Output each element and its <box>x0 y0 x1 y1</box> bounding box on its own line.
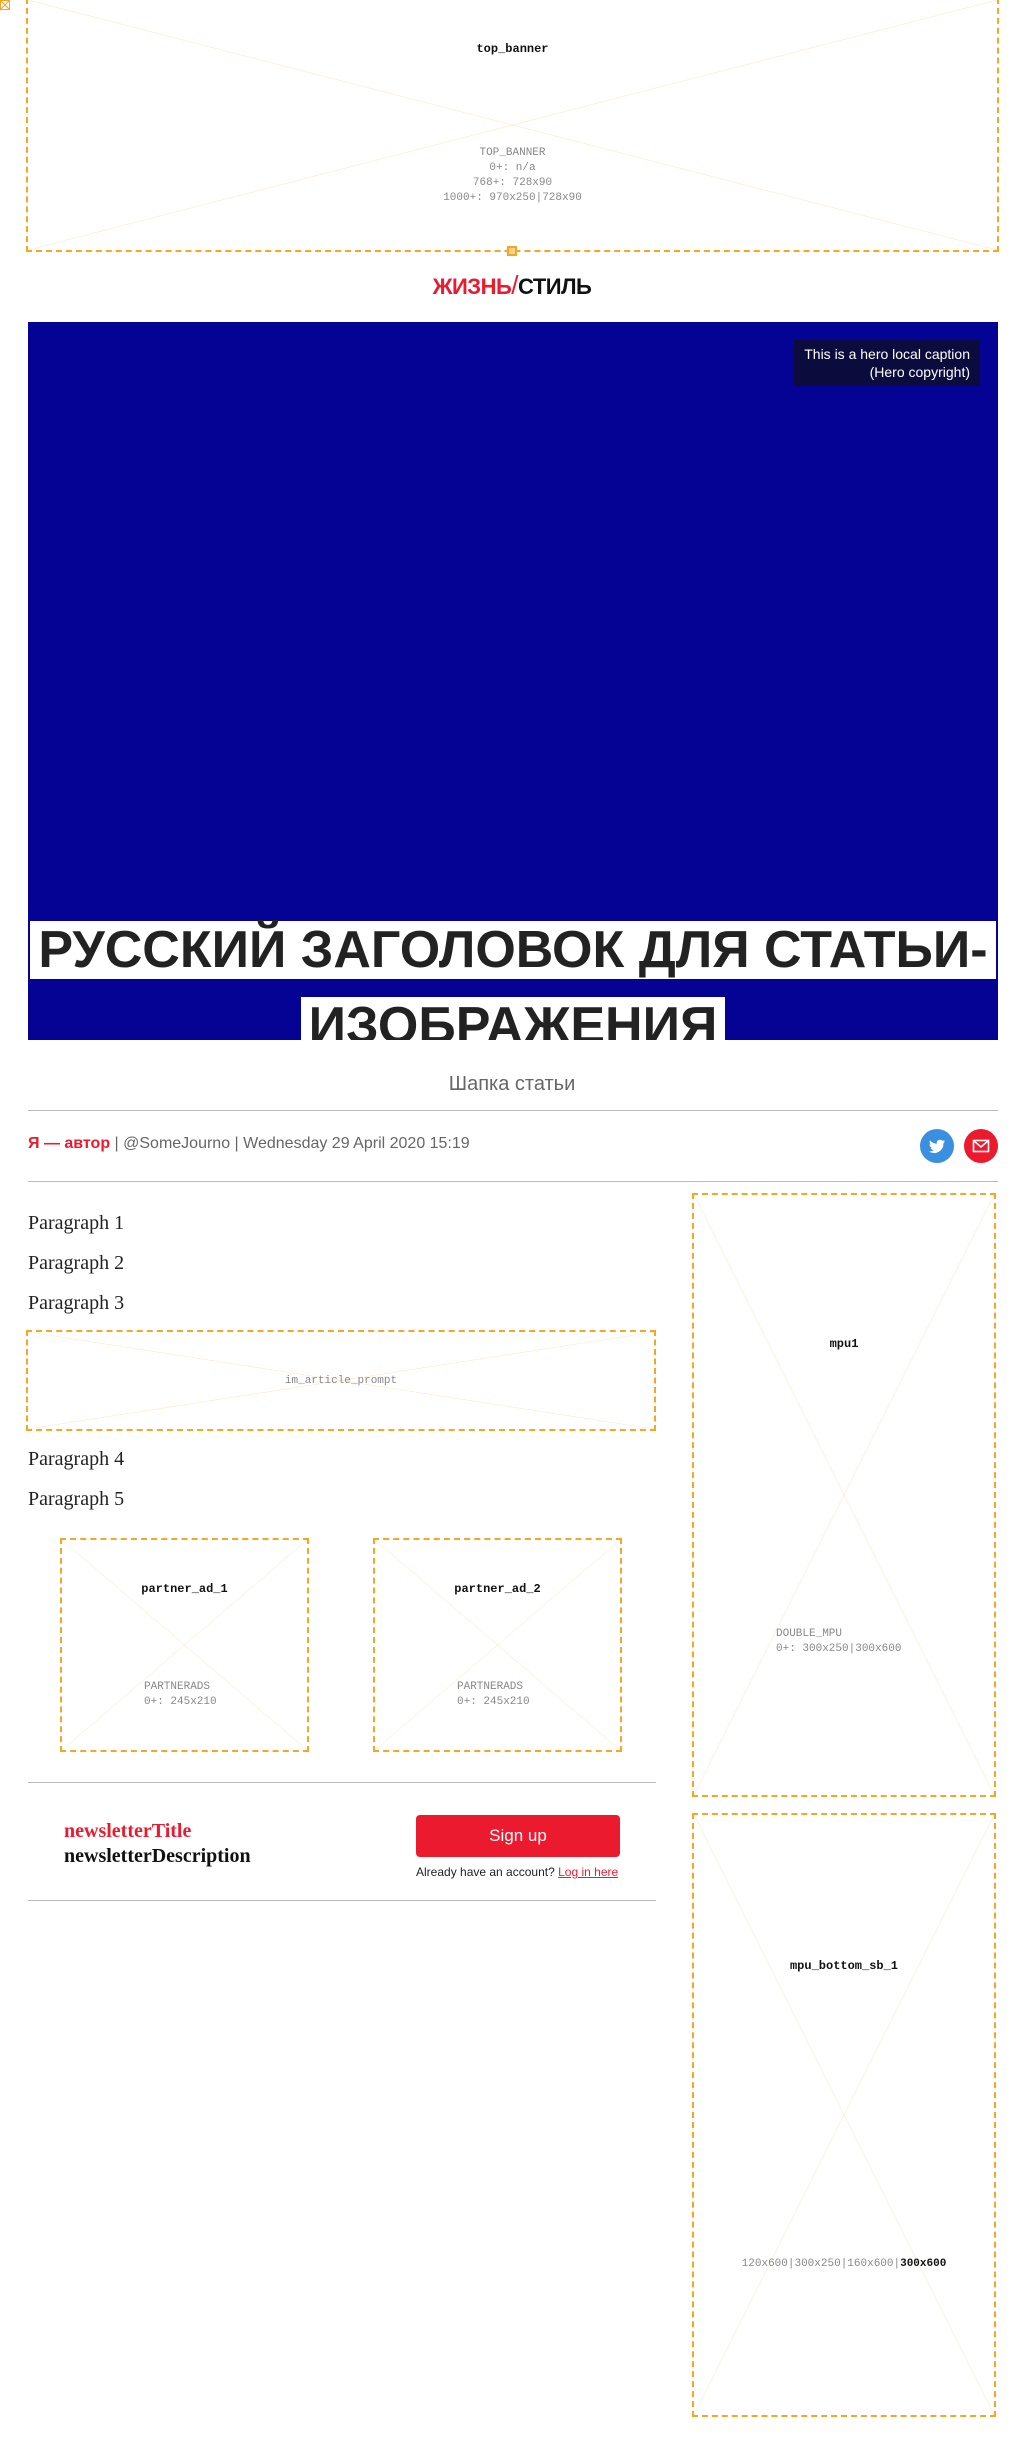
article-paragraph: Paragraph 5 <box>28 1488 125 1510</box>
login-link[interactable]: Log in here <box>558 1865 618 1879</box>
ad-slot-info: PARTNERADS 0+: 245x210 <box>457 1681 530 1708</box>
ad-resize-handle-icon[interactable] <box>507 246 517 256</box>
hero-caption-text: This is a hero local caption <box>804 346 970 362</box>
article-paragraph: Paragraph 3 <box>28 1292 125 1314</box>
im-article-prompt-ad[interactable]: im_article_prompt <box>26 1330 656 1431</box>
logo-left-text: ЖИЗНЬ <box>432 274 512 299</box>
hero-caption: This is a hero local caption (Hero copyr… <box>794 340 980 386</box>
newsletter-signup-button[interactable]: Sign up <box>416 1815 620 1857</box>
partner-ad-2[interactable]: partner_ad_2 PARTNERADS 0+: 245x210 <box>373 1538 622 1752</box>
mpu1-ad[interactable]: mpu1 DOUBLE_MPU 0+: 300x250|300x600 <box>692 1193 996 1797</box>
login-prompt: Already have an account? Log in here <box>416 1865 619 1879</box>
article-paragraph: Paragraph 2 <box>28 1252 125 1274</box>
ad-slot-name: partner_ad_1 <box>141 1582 228 1596</box>
share-email-button[interactable] <box>964 1129 998 1163</box>
ad-slot-info: 120x600|300x250|160x600|300x600 <box>741 2258 947 2270</box>
newsletter-description: newsletterDescription <box>64 1845 251 1867</box>
logo-right-text: СТИЛЬ <box>518 274 592 299</box>
standfirst: Шапка статьи <box>448 1073 576 1095</box>
expand-corner-icon <box>0 0 10 10</box>
share-twitter-button[interactable] <box>920 1129 954 1163</box>
ad-slot-name: top_banner <box>476 42 549 56</box>
partner-ad-1[interactable]: partner_ad_1 PARTNERADS 0+: 245x210 <box>60 1538 309 1752</box>
byline: Я — автор | @SomeJourno | Wednesday 29 A… <box>28 1135 470 1152</box>
author-link[interactable]: Я — автор <box>28 1135 110 1152</box>
ad-slot-name: partner_ad_2 <box>454 1582 541 1596</box>
ad-slot-info: im_article_prompt <box>284 1375 398 1387</box>
email-icon <box>964 1129 998 1163</box>
twitter-icon <box>920 1129 954 1163</box>
newsletter-title: newsletterTitle <box>64 1820 192 1842</box>
mpu-bottom-sb-1-ad[interactable]: mpu_bottom_sb_1 120x600|300x250|160x600|… <box>692 1813 996 2417</box>
author-twitter-link[interactable]: @SomeJourno <box>123 1135 230 1152</box>
top-banner-ad[interactable]: top_banner TOP_BANNER 0+: n/a 768+: 728x… <box>26 0 999 252</box>
section-logo[interactable]: ЖИЗНЬ/СТИЛЬ <box>0 270 1024 301</box>
ad-slot-info: DOUBLE_MPU 0+: 300x250|300x600 <box>776 1628 902 1655</box>
hero-copyright: (Hero copyright) <box>869 364 970 380</box>
divider <box>28 1110 998 1111</box>
hero-image: This is a hero local caption (Hero copyr… <box>28 322 998 1040</box>
divider <box>28 1782 656 1783</box>
divider <box>28 1900 656 1901</box>
ad-slot-name: mpu_bottom_sb_1 <box>789 1959 899 1973</box>
ad-slot-name: mpu1 <box>829 1337 859 1351</box>
article-paragraph: Paragraph 1 <box>28 1212 125 1234</box>
article-headline: РУССКИЙ ЗАГОЛОВОК ДЛЯ СТАТЬИ-ИЗОБРАЖЕНИЯ <box>28 912 998 1040</box>
ad-slot-info: TOP_BANNER 0+: n/a 768+: 728x90 1000+: 9… <box>443 147 582 204</box>
ad-slot-info: PARTNERADS 0+: 245x210 <box>144 1681 217 1708</box>
divider <box>28 1181 998 1182</box>
publish-date: Wednesday 29 April 2020 15:19 <box>243 1135 470 1152</box>
article-paragraph: Paragraph 4 <box>28 1448 125 1470</box>
